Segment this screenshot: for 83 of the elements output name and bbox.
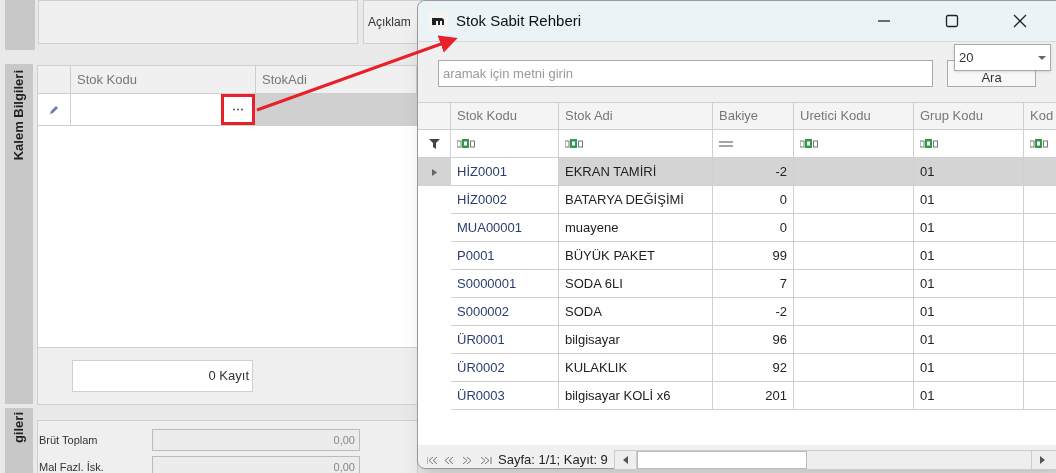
scroll-left-icon[interactable] [622, 456, 628, 464]
text-filter-icon[interactable] [565, 139, 585, 148]
table-cell: 01 [914, 270, 1024, 298]
text-filter-icon[interactable] [800, 139, 820, 148]
table-cell: KULAKLIK [559, 354, 713, 382]
table-cell: 0 [713, 214, 794, 242]
app-logo-icon [428, 11, 448, 31]
table-cell: 01 [914, 382, 1024, 410]
table-cell: BATARYA DEĞİŞİMİ [559, 186, 713, 214]
table-cell: muayene [559, 214, 713, 242]
table-cell: 01 [914, 298, 1024, 326]
pager-text: Sayfa: 1/1; Kayıt: 9 [498, 451, 608, 470]
side-tab[interactable]: Kalem Bilgileri [9, 70, 29, 161]
record-count: 0 Kayıt [72, 360, 253, 392]
column-header[interactable]: Stok Kodu [451, 103, 559, 129]
table-row[interactable]: MUA00001 muayene 0 01 [418, 214, 1056, 242]
column-header[interactable]: Grup Kodu [914, 103, 1024, 129]
value-field: 0,00 [152, 456, 360, 473]
row-indicator-icon [432, 168, 437, 176]
table-cell: 01 [914, 186, 1024, 214]
scroll-right-icon[interactable] [1039, 456, 1045, 464]
ellipsis-icon [232, 108, 244, 111]
table-row[interactable]: P0001 BÜYÜK PAKET 99 01 [418, 242, 1056, 270]
table-cell: P0001 [451, 242, 559, 270]
column-header[interactable]: Kod [1024, 103, 1056, 129]
table-cell: SODA 6LI [559, 270, 713, 298]
table-cell: 01 [914, 326, 1024, 354]
column-header[interactable]: Uretici Kodu [794, 103, 914, 129]
search-field[interactable]: aramak için metni girin [438, 60, 933, 87]
table-row[interactable]: S0000001 SODA 6LI 7 01 [418, 270, 1056, 298]
table-cell: SODA [559, 298, 713, 326]
caret-icon [1038, 55, 1046, 60]
close-icon [1012, 13, 1028, 29]
field-label: Mal Fazl. İsk. [38, 459, 105, 473]
table-cell: ÜR0001 [451, 326, 559, 354]
column-header[interactable]: Stok Kodu [71, 66, 256, 93]
column-header[interactable]: Stok Adi [559, 103, 713, 129]
table-cell: MUA00001 [451, 214, 559, 242]
table-cell: S0000001 [451, 270, 559, 298]
equals-filter-icon[interactable] [719, 140, 733, 147]
window-title: Stok Sabit Rehberi [456, 10, 582, 31]
horizontal-scrollbar[interactable] [613, 450, 1056, 470]
table-row[interactable]: HİZ0002 BATARYA DEĞİŞİMİ 0 01 [418, 186, 1056, 214]
tab-background [5, 0, 35, 50]
pencil-icon [49, 104, 59, 115]
table-cell: 92 [713, 354, 794, 382]
table-cell: HİZ0001 [451, 158, 559, 186]
page-size-dropdown[interactable]: 20 [954, 44, 1051, 71]
table-row[interactable]: ÜR0002 KULAKLIK 92 01 [418, 354, 1056, 382]
table-cell: 01 [914, 214, 1024, 242]
table-cell: S000002 [451, 298, 559, 326]
table-cell: BÜYÜK PAKET [559, 242, 713, 270]
table-row[interactable]: HİZ0001 EKRAN TAMİRİ -2 01 [418, 158, 1056, 186]
table-row[interactable]: ÜR0003 bilgisayar KOLİ x6 201 01 [418, 382, 1056, 410]
table-cell: EKRAN TAMİRİ [559, 158, 713, 186]
maximize-icon [944, 13, 960, 29]
text-filter-icon[interactable] [1030, 139, 1050, 148]
table-cell: HİZ0002 [451, 186, 559, 214]
filter-icon [428, 138, 440, 149]
table-cell: 0 [713, 186, 794, 214]
ellipsis-button[interactable] [221, 94, 255, 125]
text-filter-icon[interactable] [457, 139, 477, 148]
table-cell: 7 [713, 270, 794, 298]
table-cell: 201 [713, 382, 794, 410]
table-cell: 01 [914, 242, 1024, 270]
table-cell: ÜR0002 [451, 354, 559, 382]
text-filter-icon[interactable] [920, 139, 940, 148]
table-cell: 01 [914, 158, 1024, 186]
minimize-icon [878, 20, 890, 22]
table-cell: 99 [713, 242, 794, 270]
label: Açıklam [368, 14, 411, 31]
table-cell: 01 [914, 354, 1024, 382]
field-label: Brüt Toplam [38, 432, 99, 448]
table-cell: bilgisayar KOLİ x6 [559, 382, 713, 410]
column-header[interactable]: Bakiye [713, 103, 794, 129]
value-field: 0,00 [152, 429, 360, 451]
table-cell: -2 [713, 158, 794, 186]
table-cell: bilgisayar [559, 326, 713, 354]
table-cell: 96 [713, 326, 794, 354]
table-row[interactable]: ÜR0001 bilgisayar 96 01 [418, 326, 1056, 354]
table-cell: -2 [713, 298, 794, 326]
table-row[interactable]: S000002 SODA -2 01 [418, 298, 1056, 326]
table-cell: ÜR0003 [451, 382, 559, 410]
